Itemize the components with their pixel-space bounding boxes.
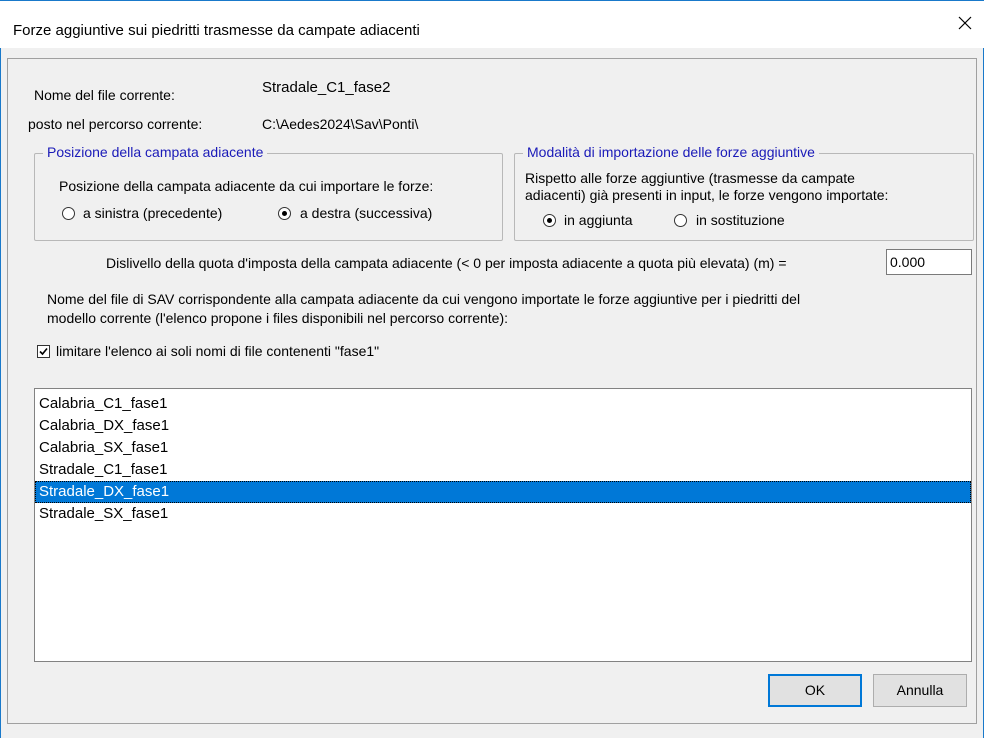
import-mode-prompt-line2: adiacenti) già presenti in input, le for…: [525, 187, 889, 203]
radio-left-label[interactable]: a sinistra (precedente): [83, 205, 222, 221]
close-icon[interactable]: [958, 16, 972, 30]
list-item[interactable]: Calabria_C1_fase1: [35, 393, 971, 415]
position-prompt: Posizione della campata adiacente da cui…: [59, 178, 434, 194]
checkmark-icon: [39, 347, 48, 356]
radio-in-sostituzione[interactable]: [674, 214, 687, 227]
radio-in-aggiunta-label[interactable]: in aggiunta: [564, 212, 633, 228]
current-path-label: posto nel percorso corrente:: [28, 116, 203, 132]
list-item[interactable]: Calabria_DX_fase1: [35, 415, 971, 437]
radio-right-successiva[interactable]: [278, 207, 291, 220]
radio-right-label[interactable]: a destra (successiva): [300, 205, 432, 221]
filter-checkbox-label[interactable]: limitare l'elenco ai soli nomi di file c…: [56, 343, 379, 359]
file-listbox[interactable]: Calabria_C1_fase1 Calabria_DX_fase1 Cala…: [34, 388, 972, 662]
position-group: Posizione della campata adiacente: [34, 144, 503, 241]
import-mode-prompt-line1: Rispetto alle forze aggiuntive (trasmess…: [525, 170, 855, 186]
title-bar: Forze aggiuntive sui piedritti trasmesse…: [0, 0, 984, 48]
level-difference-input[interactable]: [886, 249, 972, 275]
level-difference-label: Dislivello della quota d'imposta della c…: [106, 255, 787, 271]
file-list-description-line1: Nome del file di SAV corrispondente alla…: [47, 291, 801, 307]
radio-in-aggiunta[interactable]: [543, 214, 556, 227]
import-mode-group-title: Modalità di importazione delle forze agg…: [523, 144, 819, 160]
position-group-title: Posizione della campata adiacente: [43, 144, 268, 160]
radio-left-precedente[interactable]: [62, 207, 75, 220]
list-item[interactable]: Stradale_C1_fase1: [35, 459, 971, 481]
ok-button[interactable]: OK: [768, 674, 862, 707]
current-path-value: C:\Aedes2024\Sav\Ponti\: [262, 116, 419, 132]
window-title: Forze aggiuntive sui piedritti trasmesse…: [13, 22, 420, 39]
cancel-button[interactable]: Annulla: [873, 674, 967, 707]
list-item-selected[interactable]: Stradale_DX_fase1: [35, 481, 971, 503]
list-item[interactable]: Stradale_SX_fase1: [35, 503, 971, 525]
file-list-description-line2: modello corrente (l'elenco propone i fil…: [47, 310, 509, 326]
list-item[interactable]: Calabria_SX_fase1: [35, 437, 971, 459]
filter-checkbox[interactable]: [37, 345, 50, 358]
radio-in-sostituzione-label[interactable]: in sostituzione: [696, 212, 785, 228]
current-file-label: Nome del file corrente:: [34, 87, 175, 103]
window-left-border: [0, 0, 1, 738]
current-file-value: Stradale_C1_fase2: [262, 79, 391, 96]
